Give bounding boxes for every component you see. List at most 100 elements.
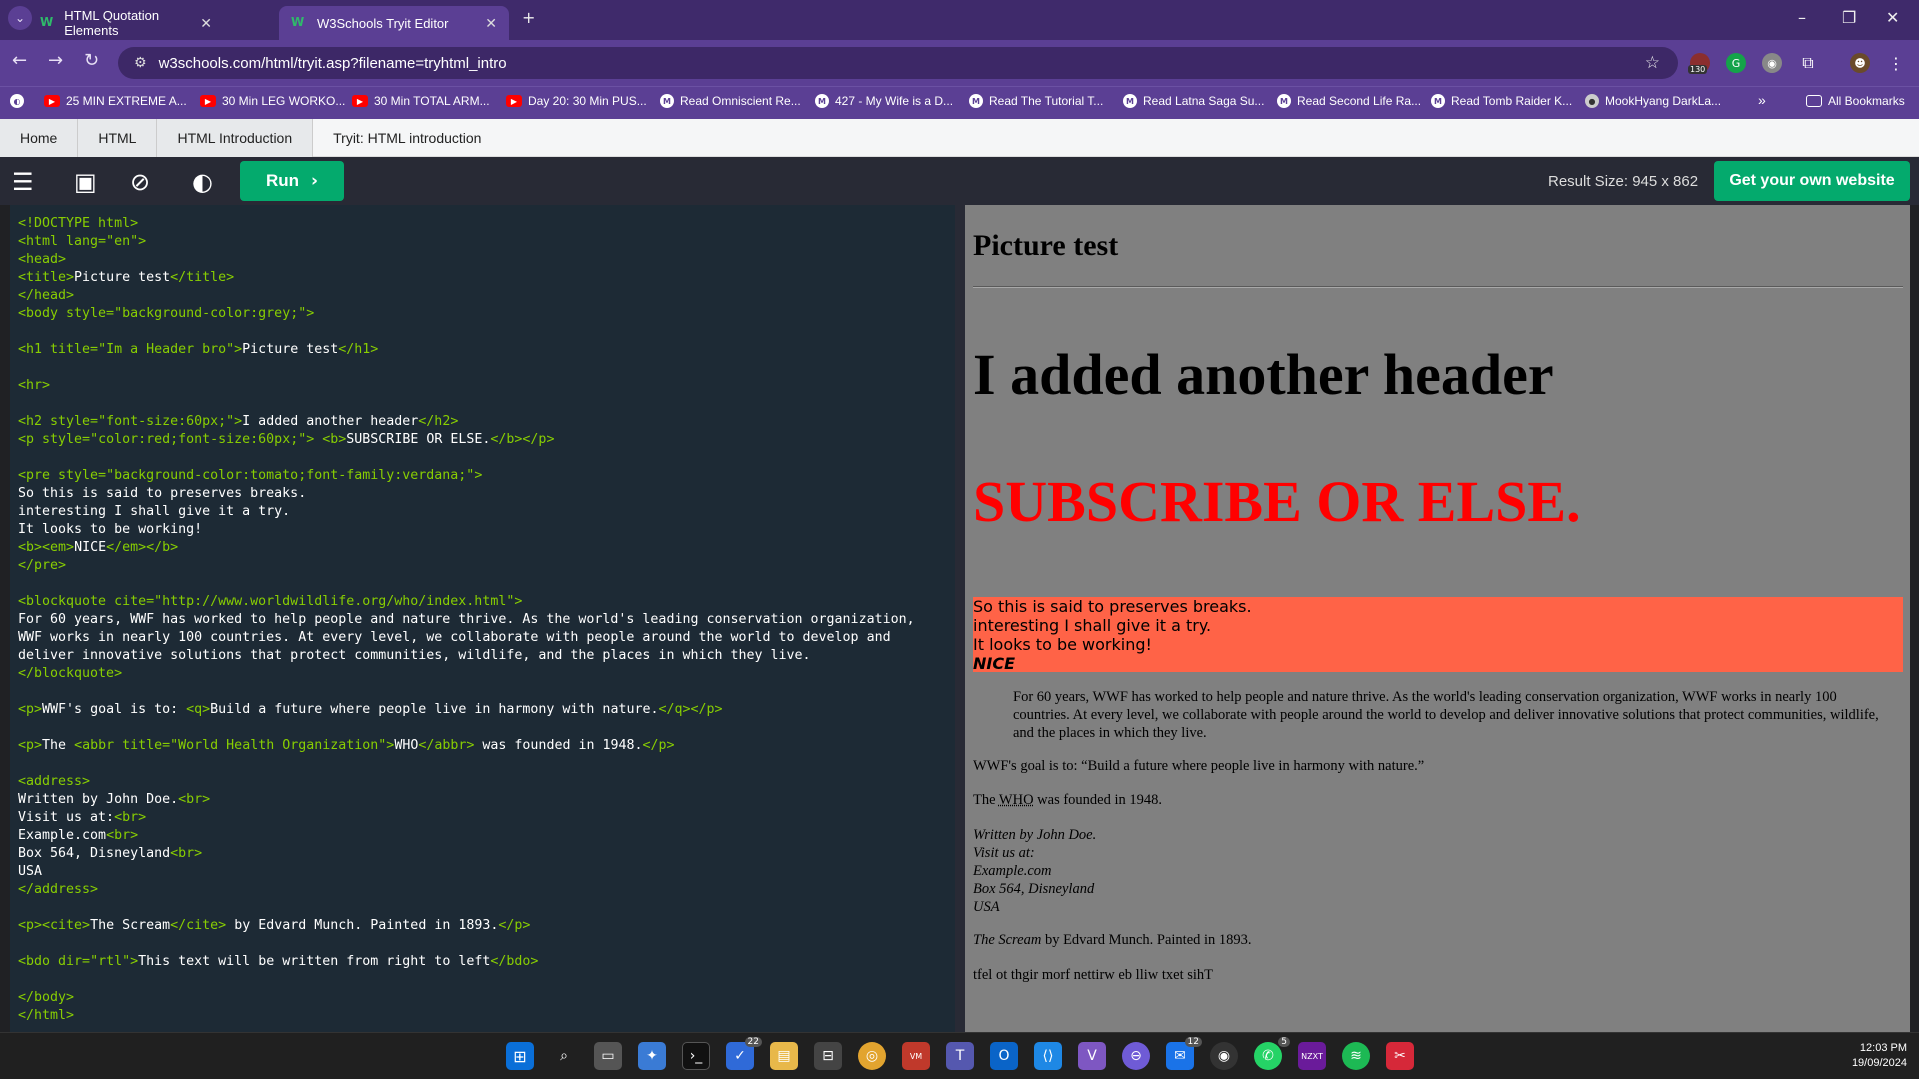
dark-mode-icon[interactable]: ◐ [192,168,213,196]
bookmark-item[interactable]: ▶ 25 MIN EXTREME A... [44,94,187,108]
bookmark-item[interactable]: M Read Tomb Raider K... [1431,94,1572,108]
bookmark-star-icon[interactable]: ☆ [1645,53,1660,73]
code-text[interactable]: <!DOCTYPE html> <html lang="en"> <head> <ti… [18,215,915,1025]
file-explorer-icon[interactable]: ▤ [770,1042,798,1070]
chrome-icon[interactable]: ◎ [858,1042,886,1070]
youtube-icon: ▶ [44,95,60,107]
who-abbr[interactable]: WHO [999,792,1034,808]
breadcrumb-html-introduction[interactable]: HTML Introduction [157,118,314,157]
breadcrumb: Home HTML HTML Introduction Tryit: HTML … [0,118,1919,157]
tab-close-icon[interactable]: ✕ [200,15,212,32]
tab-label: W3Schools Tryit Editor [317,15,449,31]
system-clock[interactable]: 12:03 PM 19/09/2024 [1852,1041,1907,1071]
site-icon: ● [1585,94,1599,108]
browser-menu-icon[interactable]: ⋮ [1886,53,1906,73]
nzxt-icon[interactable]: NZXT [1298,1042,1326,1070]
code-line: It looks to be working! [18,522,203,537]
code-line: <b><em>NICE</em></b> [18,540,179,555]
pane-splitter[interactable] [955,205,965,1032]
copilot-icon[interactable]: ✦ [638,1042,666,1070]
start-icon[interactable]: ⊞ [506,1042,534,1070]
tasks-icon[interactable]: ✓ 22 [726,1037,762,1070]
breadcrumb-html[interactable]: HTML [78,118,158,157]
bookmark-item[interactable]: ▶ 30 Min LEG WORKO... [200,94,345,108]
result-h1: Picture test [973,229,1119,262]
bookmark-item[interactable]: M Read The Tutorial T... [969,94,1103,108]
reload-icon[interactable]: ↻ [84,50,99,71]
breadcrumb-home[interactable]: Home [0,118,79,157]
all-bookmarks-button[interactable]: All Bookmarks [1806,94,1905,108]
extension-icon[interactable]: 130 [1688,53,1710,74]
minimize-button[interactable]: – [1798,8,1806,27]
chevron-right-icon: › [311,171,319,191]
youtube-icon: ▶ [506,95,522,107]
task-view-icon[interactable]: ▭ [594,1042,622,1070]
pre-line: So this is said to preserves breaks. [973,597,1252,616]
restore-button[interactable]: ❐ [1842,8,1856,27]
whatsapp-icon[interactable]: ✆ 5 [1254,1037,1290,1070]
search-icon[interactable]: ⌕ [550,1042,578,1070]
snip-tool-icon[interactable]: ✂ [1386,1042,1414,1070]
eclipse-icon[interactable]: ⊖ [1122,1042,1150,1070]
spotify-icon[interactable]: ≋ [1342,1042,1370,1070]
camera-extension-icon[interactable]: ◉ [1762,53,1782,73]
save-icon[interactable]: ▣ [74,168,97,196]
tab-html-quotation[interactable]: W HTML Quotation Elements ✕ [28,6,224,40]
code-editor[interactable]: <!DOCTYPE html> <html lang="en"> <head> <ti… [10,205,955,1032]
extensions-puzzle-icon[interactable]: ⧉ [1798,53,1818,73]
code-line: For 60 years, WWF has worked to help peo… [18,612,915,627]
result-subscribe: SUBSCRIBE OR ELSE. [973,469,1581,534]
bookmarks-overflow-button[interactable]: » [1758,92,1766,108]
bookmark-item[interactable]: M Read Latna Saga Su... [1123,94,1264,108]
tab-w3schools-tryit[interactable]: W W3Schools Tryit Editor ✕ [279,6,509,40]
bookmark-item[interactable]: ▶ 30 Min TOTAL ARM... [352,94,490,108]
terminal-icon[interactable]: ›_ [682,1042,710,1070]
run-button[interactable]: Run › [240,161,344,201]
result-quote: “Build a future where people live in har… [1081,758,1425,774]
teams-icon[interactable]: T [946,1042,974,1070]
new-tab-button[interactable]: + [522,8,535,27]
bookmark-item[interactable]: M 427 - My Wife is a D... [815,94,953,108]
apps-icon[interactable]: ◐ [10,94,30,108]
visual-studio-icon[interactable]: V [1078,1042,1106,1070]
outlook-icon[interactable]: O [990,1042,1018,1070]
extension-badge: 130 [1688,65,1708,74]
code-line: </address> [18,882,99,897]
code-line: </body> [18,990,75,1005]
bookmark-item[interactable]: M Read Omniscient Re... [660,94,801,108]
code-line: Written by John Doe.<br> [18,792,211,807]
menu-icon[interactable]: ☰ [12,168,34,196]
voicemeeter-icon[interactable]: VM [902,1042,930,1070]
rotate-layout-icon[interactable]: ⊘ [130,168,150,196]
site-info-icon[interactable]: ⚙ [134,55,147,71]
bookmark-item[interactable]: ▶ Day 20: 30 Min PUS... [506,94,647,108]
code-line: <html lang="en"> [18,234,147,249]
code-line: Example.com<br> [18,828,139,843]
result-goal: WWF's goal is to: “Build a future where … [973,758,1425,774]
bookmark-item[interactable]: ● MookHyang DarkLa... [1585,94,1721,108]
back-icon[interactable]: ← [12,50,27,71]
bookmark-item[interactable]: M Read Second Life Ra... [1277,94,1421,108]
store-icon[interactable]: ⊟ [814,1042,842,1070]
breadcrumb-current: Tryit: HTML introduction [333,129,482,146]
grammarly-icon[interactable]: G [1726,53,1746,73]
vscode-icon[interactable]: ⟨⟩ [1034,1042,1062,1070]
tab-close-icon[interactable]: ✕ [485,15,497,32]
code-line: <bdo dir="rtl">This text will be written… [18,954,539,969]
code-line: interesting I shall give it a try. [18,504,291,519]
url-text: w3schools.com/html/tryit.asp?filename=tr… [158,54,507,72]
close-window-button[interactable]: ✕ [1886,8,1899,27]
obs-icon[interactable]: ◉ [1210,1042,1238,1070]
manga-icon: M [815,94,829,108]
code-line: <pre style="background-color:tomato;font… [18,468,483,483]
w3schools-favicon-icon: W [40,15,54,29]
address-bar[interactable]: ⚙ w3schools.com/html/tryit.asp?filename=… [118,47,1678,79]
code-line: <head> [18,252,67,267]
mail-icon[interactable]: ✉ 12 [1166,1037,1202,1070]
profile-avatar-icon[interactable]: ☻ [1850,53,1870,73]
forward-icon[interactable]: → [48,50,63,71]
get-website-button[interactable]: Get your own website [1714,161,1910,201]
